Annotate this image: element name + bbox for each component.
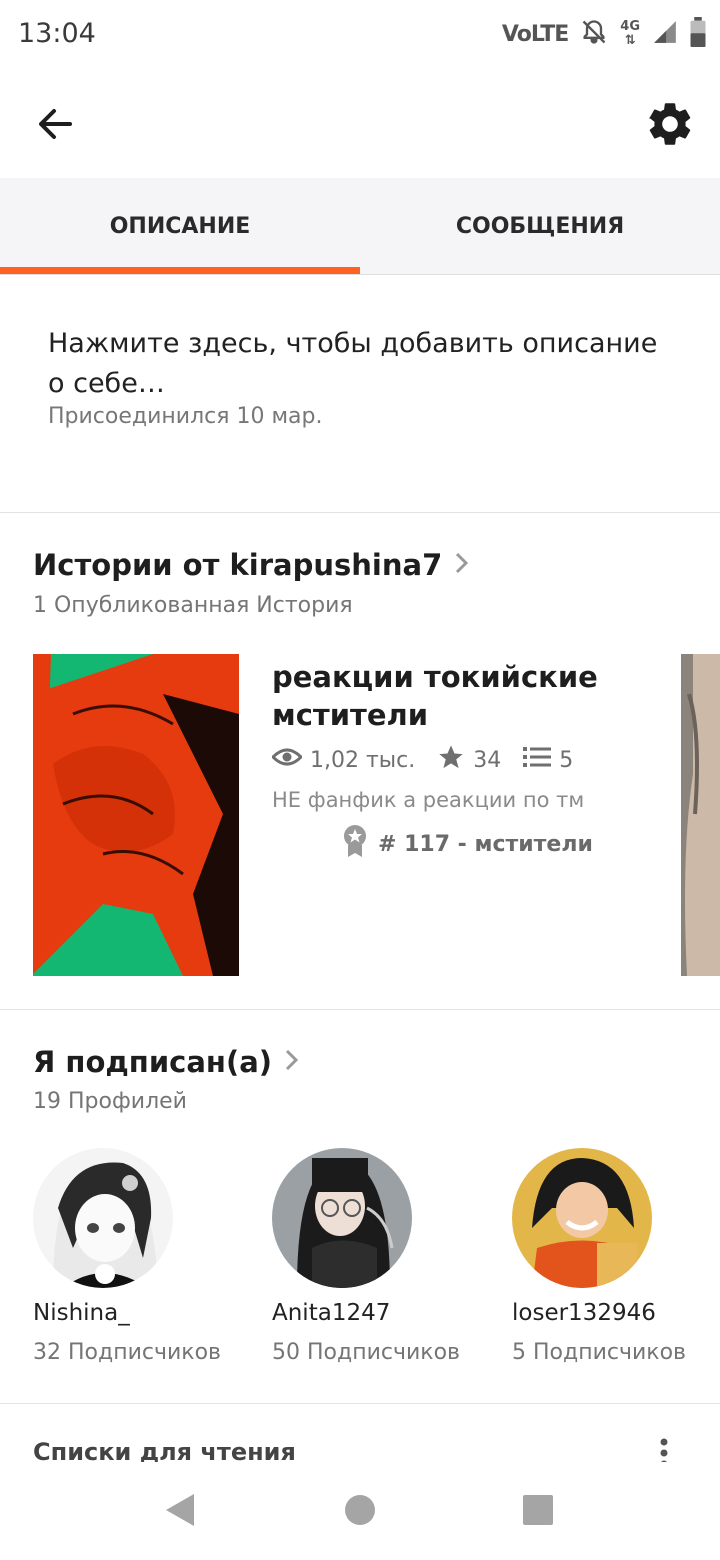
section-divider — [0, 1009, 720, 1010]
system-navigation-bar — [0, 1462, 720, 1560]
back-arrow-icon[interactable] — [30, 98, 82, 150]
story-cover[interactable] — [33, 654, 239, 976]
nav-back-icon[interactable] — [158, 1490, 208, 1530]
following-section-title: Я подписан(а) — [33, 1045, 273, 1079]
app-bar — [0, 70, 720, 178]
rank-text: # 117 - мстители — [378, 831, 593, 857]
avatar[interactable] — [512, 1148, 652, 1288]
avatar[interactable] — [272, 1148, 412, 1288]
status-bar: 13:04 VoLTE 4G ⇅ — [0, 0, 720, 70]
next-story-cover[interactable] — [681, 654, 720, 976]
story-stats: 1,02 тыс. 34 5 — [270, 742, 595, 778]
profile-followers: 32 Подписчиков — [33, 1340, 221, 1365]
followed-profile[interactable]: loser132946 5 Подписчиков — [512, 1148, 720, 1365]
eye-icon — [270, 746, 304, 774]
story-title[interactable]: реакции токийские мстители — [272, 658, 662, 734]
notifications-muted-icon — [580, 18, 608, 50]
star-icon — [437, 743, 465, 777]
profile-tabs: ОПИСАНИЕ СООБЩЕНИЯ — [0, 178, 720, 275]
story-description: НЕ фанфик а реакции по тм — [272, 788, 585, 812]
stories-section-title: Истории от kirapushina7 — [33, 548, 443, 582]
parts-count: 5 — [559, 747, 574, 773]
views-stat: 1,02 тыс. — [270, 746, 416, 774]
avatar[interactable] — [33, 1148, 173, 1288]
profile-followers: 50 Подписчиков — [272, 1340, 460, 1365]
profile-username: loser132946 — [512, 1300, 656, 1326]
tab-messages[interactable]: СООБЩЕНИЯ — [360, 178, 720, 274]
profile-username: Anita1247 — [272, 1300, 391, 1326]
award-badge-icon — [342, 824, 368, 864]
battery-icon — [690, 17, 706, 51]
section-divider — [0, 1403, 720, 1404]
about-section: Нажмите здесь, чтобы добавить описание о… — [0, 274, 720, 513]
profile-username: Nishina_ — [33, 1300, 130, 1326]
nav-home-icon[interactable] — [335, 1490, 385, 1530]
active-tab-indicator — [0, 267, 360, 274]
followed-profile[interactable]: Nishina_ 32 Подписчиков — [33, 1148, 253, 1365]
signal-icon — [652, 19, 678, 49]
nav-recents-icon[interactable] — [513, 1490, 563, 1530]
votes-count: 34 — [473, 747, 502, 773]
votes-stat: 34 — [437, 743, 501, 777]
profile-followers: 5 Подписчиков — [512, 1340, 686, 1365]
add-description-prompt[interactable]: Нажмите здесь, чтобы добавить описание о… — [48, 324, 668, 404]
views-count: 1,02 тыс. — [310, 747, 416, 773]
following-section-header[interactable]: Я подписан(а) — [33, 1045, 300, 1079]
chevron-right-icon — [454, 548, 470, 582]
status-time: 13:04 — [18, 18, 96, 49]
network-type: 4G ⇅ — [620, 19, 640, 48]
gear-icon[interactable] — [644, 98, 696, 150]
stories-section-header[interactable]: Истории от kirapushina7 — [33, 548, 470, 582]
chevron-right-icon — [284, 1045, 300, 1079]
list-icon — [523, 745, 552, 775]
joined-date: Присоединился 10 мар. — [48, 404, 323, 429]
tab-description[interactable]: ОПИСАНИЕ — [0, 178, 360, 274]
following-count: 19 Профилей — [33, 1089, 187, 1114]
story-rank[interactable]: # 117 - мстители — [342, 824, 593, 864]
followed-profile[interactable]: Anita1247 50 Подписчиков — [272, 1148, 492, 1365]
volte-label: VoLTE — [501, 21, 569, 47]
status-icons: VoLTE 4G ⇅ — [502, 16, 706, 52]
parts-stat: 5 — [523, 745, 573, 775]
stories-count: 1 Опубликованная История — [33, 593, 353, 618]
